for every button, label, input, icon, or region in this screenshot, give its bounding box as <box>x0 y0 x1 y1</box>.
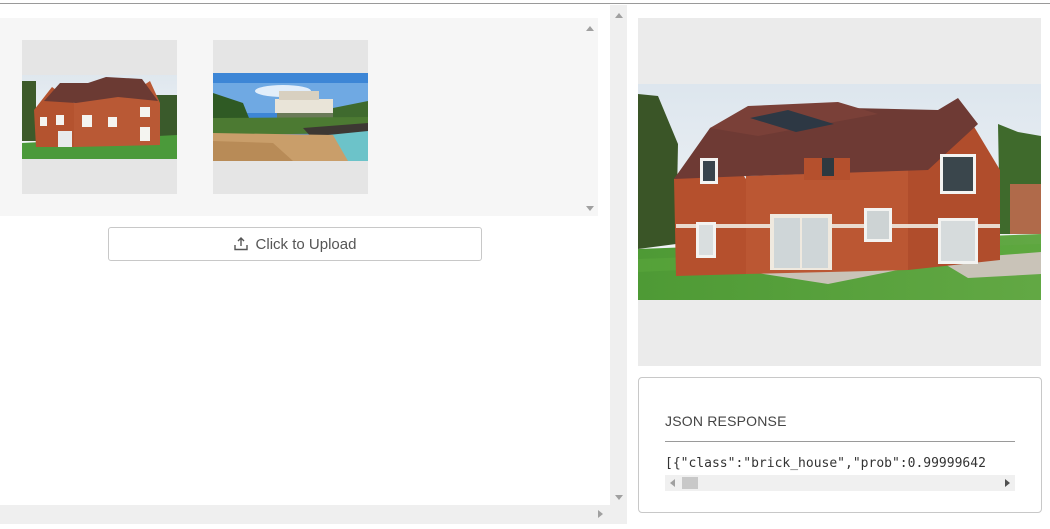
left-horizontal-scrollbar[interactable] <box>0 505 610 524</box>
json-response-scroll-area[interactable]: [{"class":"brick_house","prob":0.9999964… <box>665 456 1015 494</box>
upload-icon <box>233 237 248 251</box>
json-response-title: JSON RESPONSE <box>665 413 787 429</box>
scrollbar-thumb[interactable] <box>682 477 698 489</box>
scroll-up-icon[interactable] <box>615 13 623 18</box>
brick-house-preview-image <box>638 84 1041 300</box>
json-response-body: [{"class":"brick_house","prob":0.9999964… <box>665 456 986 471</box>
left-pane: Click to Upload <box>0 5 627 524</box>
json-divider <box>665 441 1015 442</box>
click-to-upload-button[interactable]: Click to Upload <box>108 227 482 261</box>
json-response-panel: JSON RESPONSE [{"class":"brick_house","p… <box>638 377 1042 513</box>
beach-house-thumbnail-image <box>213 73 368 161</box>
left-vertical-scrollbar[interactable] <box>610 5 627 524</box>
gallery-item-beach-house[interactable] <box>213 40 368 194</box>
gallery-vertical-scrollbar[interactable] <box>582 18 598 216</box>
gallery-item-brick-house[interactable] <box>22 40 177 194</box>
json-horizontal-scrollbar[interactable] <box>665 475 1015 491</box>
scroll-right-icon[interactable] <box>598 510 603 518</box>
image-gallery <box>0 18 582 216</box>
scroll-up-icon[interactable] <box>586 26 594 31</box>
image-preview <box>638 18 1041 366</box>
upload-button-label: Click to Upload <box>255 235 357 253</box>
scroll-left-icon[interactable] <box>670 479 675 487</box>
scroll-down-icon[interactable] <box>586 206 594 211</box>
top-divider <box>0 3 1050 4</box>
scroll-down-icon[interactable] <box>615 495 623 500</box>
scroll-right-icon[interactable] <box>1005 479 1010 487</box>
brick-house-thumbnail-image <box>22 75 177 159</box>
